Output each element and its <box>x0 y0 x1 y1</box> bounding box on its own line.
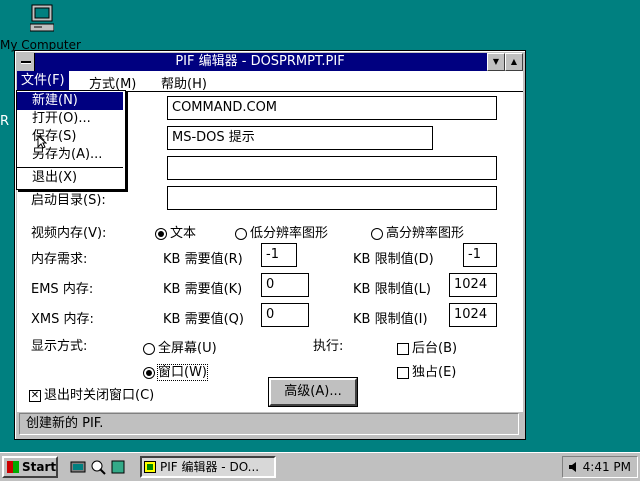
menu-help[interactable]: 帮助(H) <box>161 73 207 92</box>
close-on-exit-checkbox[interactable]: ✕ 退出时关闭窗口(C) <box>29 384 154 403</box>
menu-item-save[interactable]: 保存(S) <box>17 128 123 146</box>
memory-lim-field[interactable]: -1 <box>463 243 497 267</box>
startdir-label: 启动目录(S): <box>31 193 106 208</box>
menu-bar: 文件(F) 方式(M) 帮助(H) <box>17 71 523 92</box>
minimize-button[interactable]: ▼ <box>487 53 505 71</box>
checkbox-icon <box>397 342 409 355</box>
mouse-cursor-icon <box>37 135 47 149</box>
desktop-partial-label: R <box>0 114 10 129</box>
display-option-window[interactable]: 窗口(W) <box>143 361 208 381</box>
optional-params-field[interactable] <box>167 156 497 180</box>
radio-icon <box>143 342 155 355</box>
windows-logo-icon <box>7 461 19 473</box>
menu-item-save-as[interactable]: 另存为(A)... <box>17 146 123 164</box>
menu-separator <box>17 167 123 168</box>
system-tray: 4:41 PM <box>562 456 638 478</box>
checkbox-checked-icon: ✕ <box>29 389 41 402</box>
browser-quicklaunch-icon[interactable] <box>110 459 126 475</box>
ems-label: EMS 内存: <box>31 282 94 297</box>
status-bar: 创建新的 PIF. <box>19 413 519 435</box>
menu-item-exit[interactable]: 退出(X) <box>17 169 123 187</box>
file-menu-dropdown: 新建(N) 打开(O)... 保存(S) 另存为(A)... 退出(X) <box>16 90 126 190</box>
maximize-button[interactable]: ▲ <box>505 53 523 71</box>
radio-icon <box>235 227 247 240</box>
title-bar[interactable]: PIF 编辑器 - DOSPRMPT.PIF ▼ ▲ <box>17 53 523 71</box>
memory-req-label: KB 需要值(R) <box>163 252 243 267</box>
window-title-field[interactable]: MS-DOS 提示 <box>167 126 433 150</box>
display-label: 显示方式: <box>31 339 88 354</box>
ems-req-field[interactable]: 0 <box>261 273 309 297</box>
ems-lim-field[interactable]: 1024 <box>449 273 497 297</box>
xms-req-field[interactable]: 0 <box>261 303 309 327</box>
my-computer-desktop-icon[interactable]: My Computer <box>0 2 84 52</box>
video-option-low-res[interactable]: 低分辨率图形 <box>235 222 328 241</box>
radio-selected-icon <box>143 366 155 379</box>
menu-file[interactable]: 文件(F) <box>17 71 69 91</box>
execution-exclusive-checkbox[interactable]: 独占(E) <box>397 361 456 380</box>
system-menu-button[interactable] <box>17 53 35 71</box>
start-button[interactable]: Start <box>2 456 58 478</box>
memory-req-field[interactable]: -1 <box>261 243 297 267</box>
menu-item-new[interactable]: 新建(N) <box>17 92 123 110</box>
ems-lim-label: KB 限制值(L) <box>353 282 431 297</box>
explorer-quicklaunch-icon[interactable] <box>90 459 106 475</box>
taskbar-pif-editor-button[interactable]: PIF 编辑器 - DO... <box>140 456 276 478</box>
volume-tray-icon[interactable] <box>567 460 581 474</box>
xms-req-label: KB 需要值(Q) <box>163 312 244 327</box>
memory-lim-label: KB 限制值(D) <box>353 252 434 267</box>
video-option-text[interactable]: 文本 <box>155 222 196 241</box>
xms-label: XMS 内存: <box>31 312 94 327</box>
window-title: PIF 编辑器 - DOSPRMPT.PIF <box>175 54 345 69</box>
taskbar: Start PIF 编辑器 - DO... 4:41 PM <box>0 452 640 481</box>
xms-lim-label: KB 限制值(I) <box>353 312 428 327</box>
memory-label: 内存需求: <box>31 252 88 267</box>
computer-icon <box>30 4 54 32</box>
ems-req-label: KB 需要值(K) <box>163 282 243 297</box>
advanced-button[interactable]: 高级(A)... <box>268 377 358 407</box>
execution-label: 执行: <box>313 339 344 354</box>
video-option-high-res[interactable]: 高分辨率图形 <box>371 222 464 241</box>
startdir-field[interactable] <box>167 186 497 210</box>
menu-item-open[interactable]: 打开(O)... <box>17 110 123 128</box>
clock[interactable]: 4:41 PM <box>583 460 631 474</box>
display-option-fullscreen[interactable]: 全屏幕(U) <box>143 337 217 356</box>
desktop-quicklaunch-icon[interactable] <box>70 459 86 475</box>
xms-lim-field[interactable]: 1024 <box>449 303 497 327</box>
execution-background-checkbox[interactable]: 后台(B) <box>397 337 457 356</box>
video-memory-label: 视频内存(V): <box>31 226 107 241</box>
radio-icon <box>371 227 383 240</box>
checkbox-icon <box>397 366 409 379</box>
radio-selected-icon <box>155 227 167 240</box>
pif-app-icon <box>144 461 156 473</box>
program-filename-field[interactable]: COMMAND.COM <box>167 96 497 120</box>
